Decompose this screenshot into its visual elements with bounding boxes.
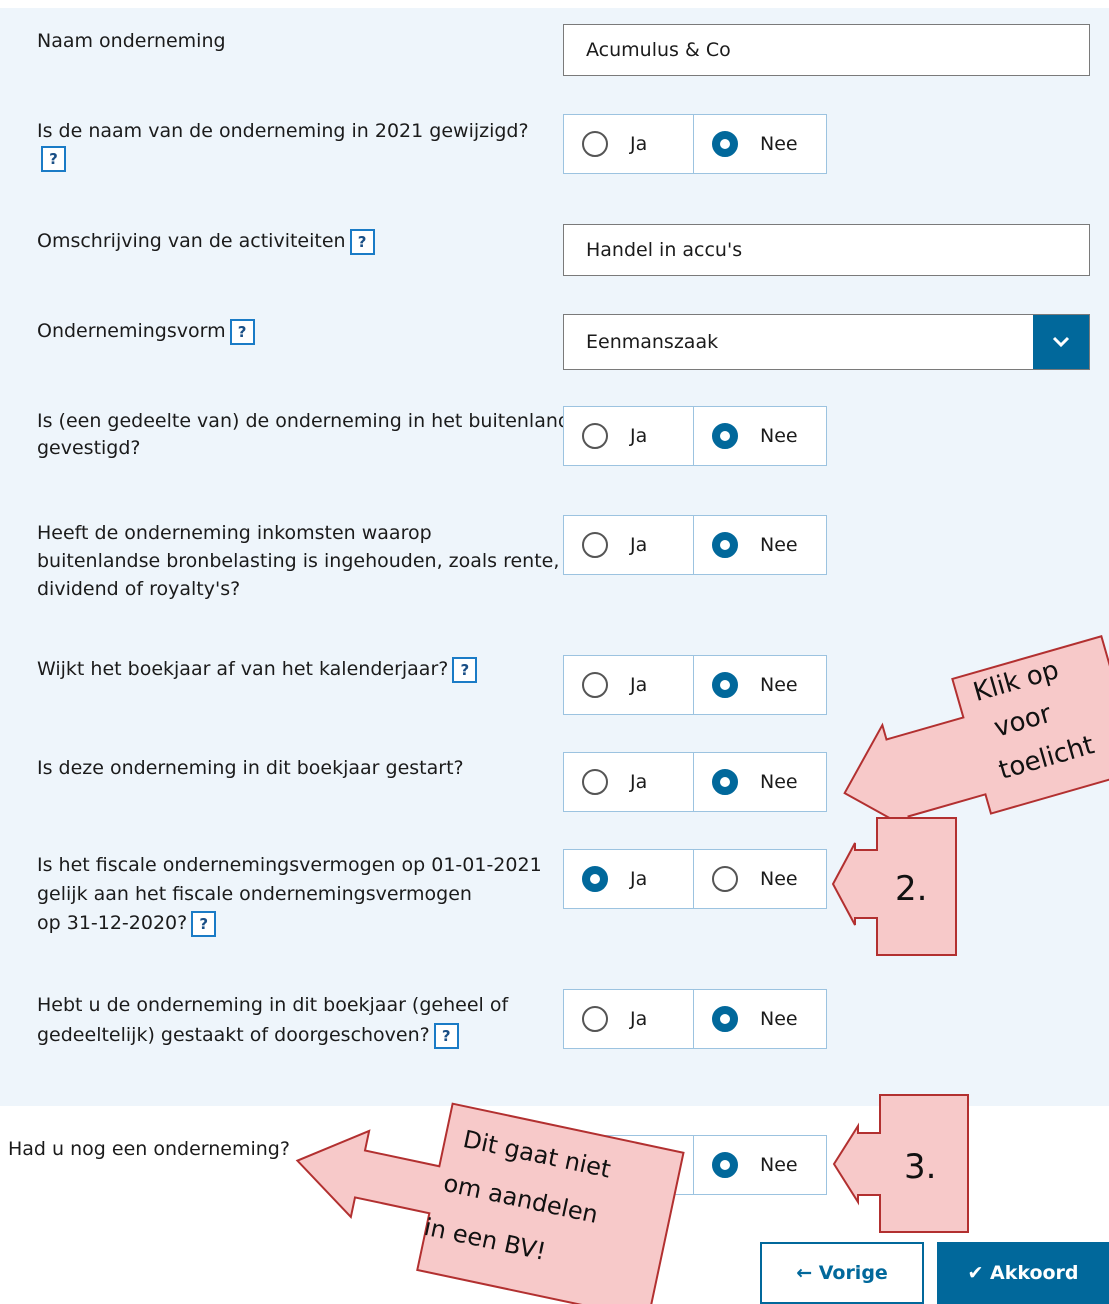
callout-arrow-4: Dit gaat niet om aandelen in een BV! (295, 1102, 685, 1304)
callout-2-label: 2. (895, 869, 927, 909)
callout-arrow-1: Klik op voor toelicht (843, 635, 1109, 833)
callout-3-label: 3. (904, 1147, 936, 1187)
callout-arrow-3: 3. (832, 1094, 969, 1233)
callout-arrow-2: 2. (831, 817, 957, 956)
annotation-overlay: Klik op voor toelicht 2. 3. Dit gaat nie… (295, 635, 1109, 1304)
